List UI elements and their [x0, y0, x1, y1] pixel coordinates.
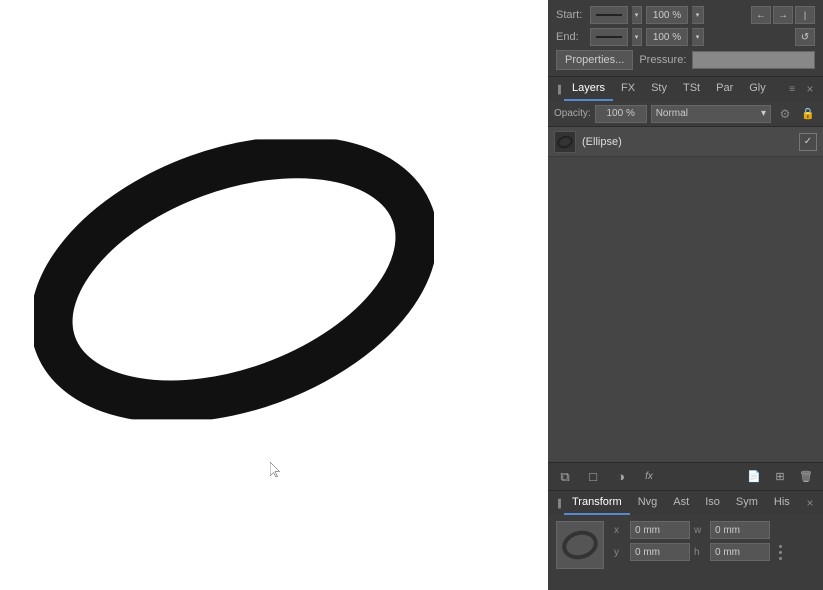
refresh-btn[interactable]: ↺: [795, 28, 815, 46]
h-input[interactable]: 0 mm: [710, 543, 770, 561]
ellipse-drawing: [34, 139, 434, 422]
tab-tst[interactable]: TSt: [675, 77, 708, 101]
end-line-dropdown[interactable]: ▾: [632, 28, 642, 46]
panel-header: ▐ Layers FX Sty TSt Par Gly ≡ ×: [548, 77, 823, 101]
properties-button[interactable]: Properties...: [556, 50, 633, 70]
right-panel: Start: ▾ 100 % ▾ ← → | End: ▾ 100 % ▾ ↺: [548, 0, 823, 590]
end-percent-dropdown[interactable]: ▾: [692, 28, 704, 46]
transform-close-btn[interactable]: ×: [801, 491, 819, 515]
cursor: [270, 462, 282, 478]
circle-half-icon[interactable]: ◑: [610, 466, 632, 488]
tab-nvg[interactable]: Nvg: [630, 491, 666, 515]
gear-button[interactable]: ⚙: [775, 104, 795, 124]
tab-sty[interactable]: Sty: [643, 77, 675, 101]
transform-fields: x 0 mm w 0 mm y 0 mm h 0 mm: [548, 515, 823, 575]
grid-icon[interactable]: ⊞: [769, 466, 791, 488]
delete-icon[interactable]: 🗑: [795, 466, 817, 488]
layer-visibility-toggle[interactable]: ✓: [799, 133, 817, 151]
blend-mode-value: Normal: [656, 108, 688, 119]
start-percent-dropdown[interactable]: ▾: [692, 6, 704, 24]
stroke-panel: Start: ▾ 100 % ▾ ← → | End: ▾ 100 % ▾ ↺: [548, 0, 823, 77]
end-row: End: ▾ 100 % ▾ ↺: [556, 28, 815, 46]
h-label: h: [694, 547, 706, 558]
start-row: Start: ▾ 100 % ▾ ← → |: [556, 6, 815, 24]
layers-panel: ▐ Layers FX Sty TSt Par Gly ≡ × Opacity:…: [548, 77, 823, 490]
properties-row: Properties... Pressure:: [556, 50, 815, 70]
panel-collapse-btn[interactable]: ▐: [552, 77, 564, 101]
transform-thumbnail: [556, 521, 604, 569]
tab-sym[interactable]: Sym: [728, 491, 766, 515]
start-label: Start:: [556, 9, 586, 21]
layer-item-ellipse[interactable]: (Ellipse) ✓: [548, 127, 823, 157]
end-line-preview: [596, 36, 622, 38]
layer-name: (Ellipse): [582, 136, 793, 148]
pin-icon[interactable]: |: [795, 6, 815, 24]
tab-his[interactable]: His: [766, 491, 798, 515]
pressure-bar[interactable]: [692, 51, 815, 69]
layers-controls: Opacity: 100 % Normal ▾ ⚙ 🔒: [548, 101, 823, 127]
tab-ast[interactable]: Ast: [665, 491, 697, 515]
arrow-right-btn[interactable]: →: [773, 6, 793, 24]
blend-mode-dropdown[interactable]: Normal ▾: [651, 105, 771, 123]
layers-toolbar: ⧉ □ ◑ fx 📄 ⊞ 🗑: [548, 462, 823, 490]
transform-panel: ▐ Transform Nvg Ast Iso Sym His ×: [548, 490, 823, 590]
w-label: w: [694, 525, 706, 536]
arrow-left-btn[interactable]: ←: [751, 6, 771, 24]
stack-icon[interactable]: ⧉: [554, 466, 576, 488]
new-layer-icon[interactable]: □: [582, 466, 604, 488]
start-line-dropdown[interactable]: ▾: [632, 6, 642, 24]
tab-transform[interactable]: Transform: [564, 491, 630, 515]
layers-content: (Ellipse) ✓: [548, 127, 823, 462]
blend-mode-arrow: ▾: [761, 108, 766, 119]
start-percent[interactable]: 100 %: [646, 6, 688, 24]
tab-fx[interactable]: FX: [613, 77, 643, 101]
fx-text-icon[interactable]: fx: [638, 466, 660, 488]
end-line-style[interactable]: [590, 28, 628, 46]
end-label: End:: [556, 31, 586, 43]
x-input[interactable]: 0 mm: [630, 521, 690, 539]
end-percent[interactable]: 100 %: [646, 28, 688, 46]
w-input[interactable]: 0 mm: [710, 521, 770, 539]
panel-close-btn[interactable]: ×: [801, 77, 819, 101]
start-line-style[interactable]: [590, 6, 628, 24]
new-doc-icon[interactable]: 📄: [743, 466, 765, 488]
tab-gly[interactable]: Gly: [741, 77, 774, 101]
tab-layers[interactable]: Layers: [564, 77, 613, 101]
transform-tabs: Transform Nvg Ast Iso Sym His: [564, 491, 801, 515]
canvas-area: [0, 0, 548, 590]
pressure-label: Pressure:: [639, 54, 686, 66]
y-input[interactable]: 0 mm: [630, 543, 690, 561]
transform-header: ▐ Transform Nvg Ast Iso Sym His ×: [548, 491, 823, 515]
layer-thumbnail: [554, 131, 576, 153]
tab-iso[interactable]: Iso: [697, 491, 728, 515]
opacity-label: Opacity:: [554, 108, 591, 119]
lock-button[interactable]: 🔒: [799, 104, 817, 124]
stroke-line-preview: [596, 14, 622, 16]
panel-menu-btn[interactable]: ≡: [783, 77, 801, 101]
opacity-input[interactable]: 100 %: [595, 105, 647, 123]
transform-collapse-btn[interactable]: ▐: [552, 491, 564, 515]
x-label: x: [614, 525, 626, 536]
ellipse-thumb-icon: [555, 133, 574, 150]
tab-par[interactable]: Par: [708, 77, 741, 101]
y-label: y: [614, 547, 626, 558]
